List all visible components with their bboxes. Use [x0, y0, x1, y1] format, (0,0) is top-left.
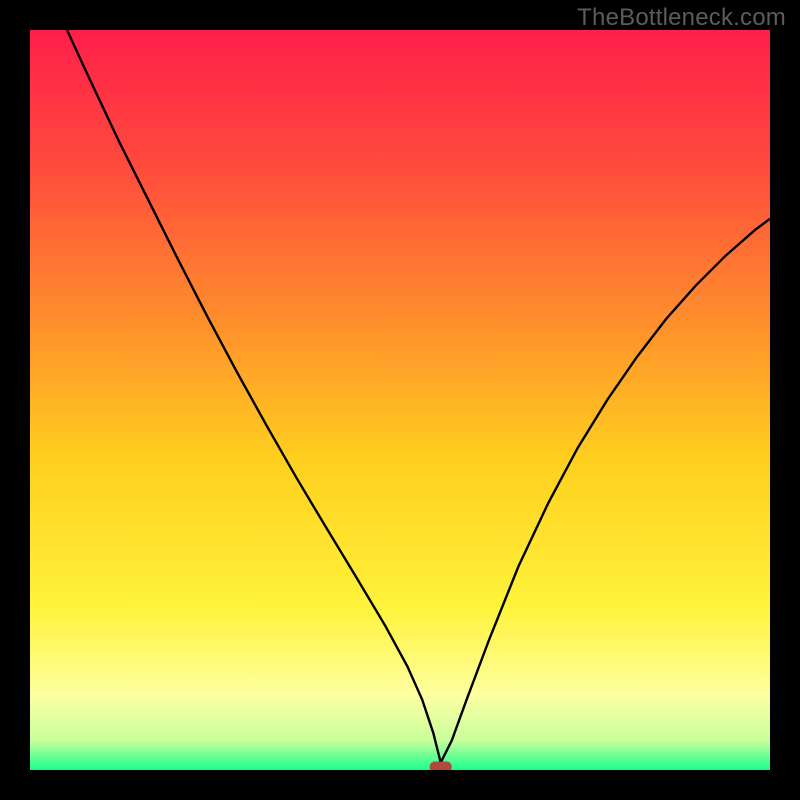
chart-container: TheBottleneck.com [0, 0, 800, 800]
bottleneck-chart [0, 0, 800, 800]
gradient-background [30, 30, 770, 770]
watermark-text: TheBottleneck.com [577, 4, 786, 32]
